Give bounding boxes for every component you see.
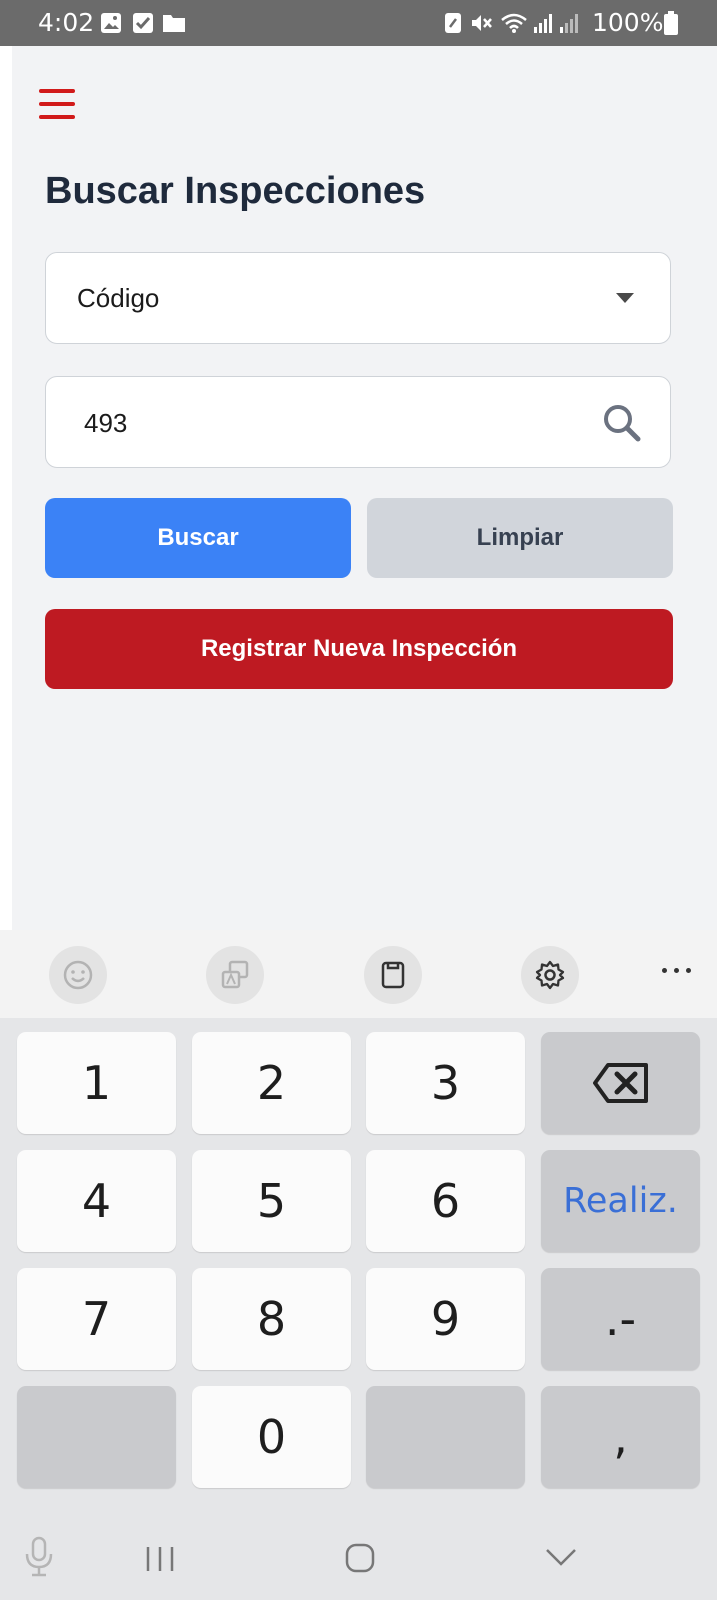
battery-percentage: 100% xyxy=(592,8,664,37)
search-input[interactable] xyxy=(82,399,566,447)
register-inspection-button[interactable]: Registrar Nueva Inspección xyxy=(45,609,673,689)
key-3[interactable]: 3 xyxy=(366,1032,525,1134)
key-9[interactable]: 9 xyxy=(366,1268,525,1370)
key-blank-left[interactable] xyxy=(17,1386,176,1488)
checkbox-icon xyxy=(133,13,153,33)
page-title: Buscar Inspecciones xyxy=(45,170,426,212)
search-button[interactable]: Buscar xyxy=(45,498,351,578)
key-blank-middle[interactable] xyxy=(366,1386,525,1488)
folder-icon xyxy=(163,15,185,32)
keyboard-toolbar xyxy=(0,930,717,1018)
done-key[interactable]: Realiz. xyxy=(541,1150,700,1252)
key-comma[interactable]: , xyxy=(541,1386,700,1488)
emoji-icon[interactable] xyxy=(49,946,107,1004)
status-bar: 4:02 100% xyxy=(0,0,717,46)
key-4[interactable]: 4 xyxy=(17,1150,176,1252)
search-icon[interactable] xyxy=(600,401,644,445)
backspace-icon xyxy=(592,1063,648,1103)
hide-keyboard-icon[interactable] xyxy=(544,1546,578,1568)
nfc-icon xyxy=(445,13,461,33)
settings-icon[interactable] xyxy=(521,946,579,1004)
filter-select-value: Código xyxy=(77,283,160,313)
key-1[interactable]: 1 xyxy=(17,1032,176,1134)
key-6[interactable]: 6 xyxy=(366,1150,525,1252)
navigation-bar xyxy=(0,1520,717,1600)
signal-icon xyxy=(534,14,552,33)
backspace-key[interactable] xyxy=(541,1032,700,1134)
key-2[interactable]: 2 xyxy=(192,1032,351,1134)
filter-select[interactable]: Código xyxy=(45,252,671,344)
key-8[interactable]: 8 xyxy=(192,1268,351,1370)
app-edge xyxy=(0,46,12,930)
recent-apps-icon[interactable] xyxy=(144,1544,176,1574)
key-7[interactable]: 7 xyxy=(17,1268,176,1370)
mute-icon xyxy=(472,15,492,31)
more-icon[interactable] xyxy=(660,958,700,986)
wifi-icon xyxy=(501,13,527,33)
key-0[interactable]: 0 xyxy=(192,1386,351,1488)
home-icon[interactable] xyxy=(344,1542,376,1574)
status-time: 4:02 xyxy=(38,8,95,37)
hamburger-menu-icon[interactable] xyxy=(37,87,77,123)
chevron-down-icon xyxy=(616,293,634,303)
key-5[interactable]: 5 xyxy=(192,1150,351,1252)
search-field[interactable] xyxy=(45,376,671,468)
numeric-keyboard: 1 2 3 4 5 6 Realiz. 7 8 9 .- 0 , xyxy=(0,1018,717,1532)
clipboard-icon[interactable] xyxy=(364,946,422,1004)
translate-icon[interactable] xyxy=(206,946,264,1004)
microphone-icon[interactable] xyxy=(24,1536,54,1578)
signal-icon xyxy=(560,14,578,33)
image-icon xyxy=(101,13,121,33)
clear-button[interactable]: Limpiar xyxy=(367,498,673,578)
done-key-label: Realiz. xyxy=(563,1181,678,1221)
key-period-dash[interactable]: .- xyxy=(541,1268,700,1370)
battery-icon xyxy=(664,11,678,35)
